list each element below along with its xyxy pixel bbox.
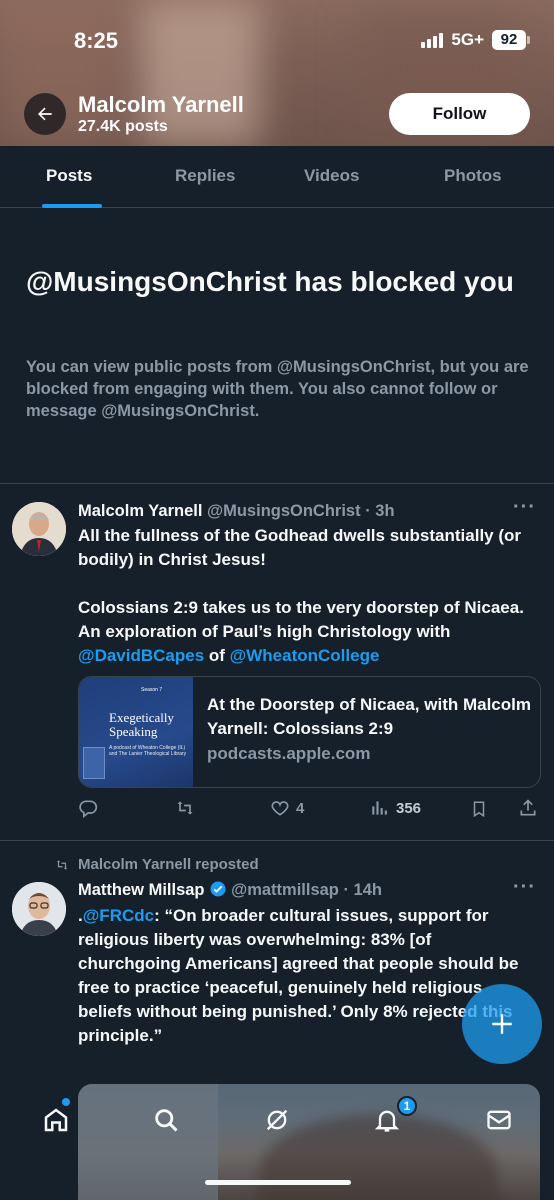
thumb-subtitle: A podcast of Wheaton College (IL) and Th… (109, 745, 187, 757)
author-handle-time: @MusingsOnChrist · 3h (207, 502, 395, 520)
avatar-photo (12, 882, 66, 936)
follow-button[interactable]: Follow (389, 93, 530, 135)
profile-name: Malcolm Yarnell (78, 92, 244, 117)
podcast-thumbnail: Season 7 Exegetically Speaking A podcast… (79, 677, 193, 787)
thumb-book (83, 747, 105, 779)
view-count: 356 (396, 799, 422, 817)
repost-indicator: Malcolm Yarnell reposted (54, 856, 259, 873)
blocked-description: You can view public posts from @MusingsO… (26, 358, 529, 420)
tweet-header: Matthew Millsap @mattmillsap · 14h (78, 880, 382, 900)
tab-replies[interactable]: Replies (175, 166, 235, 186)
tweet-header: Malcolm Yarnell @MusingsOnChrist · 3h (78, 502, 395, 521)
heart-icon (271, 801, 289, 816)
tweet-text-part: : “On broader cultural issues, support f… (78, 906, 519, 1045)
nav-search[interactable] (148, 1102, 184, 1138)
tab-videos[interactable]: Videos (304, 166, 359, 186)
like-button[interactable]: 4 (270, 798, 304, 818)
bell-icon (374, 1110, 400, 1132)
network-type: 5G+ (451, 30, 484, 49)
tweet-text-part: of (204, 646, 230, 665)
verified-badge-icon (210, 881, 226, 897)
battery-level: 92 (492, 30, 526, 50)
divider (0, 483, 554, 484)
avatar[interactable] (12, 502, 66, 556)
thumb-season: Season 7 (141, 687, 163, 693)
like-count: 4 (296, 799, 305, 817)
tab-posts[interactable]: Posts (46, 166, 92, 186)
card-domain: podcasts.apple.com (207, 744, 371, 763)
tweet-actions: 4 356 (78, 798, 540, 824)
bookmark-button[interactable] (470, 798, 488, 820)
link-card[interactable]: Season 7 Exegetically Speaking A podcast… (78, 676, 541, 788)
share-button[interactable] (518, 798, 538, 818)
author-handle-time: @mattmillsap · 14h (231, 881, 382, 899)
blocked-title: @MusingsOnChrist has blocked you (26, 266, 514, 297)
profile-tabs: Posts Replies Videos Photos (0, 146, 554, 208)
repost-label: Malcolm Yarnell reposted (78, 856, 259, 873)
search-icon (155, 1109, 178, 1132)
home-indicator[interactable] (205, 1180, 351, 1185)
home-icon (44, 1108, 68, 1132)
mention-link[interactable]: @WheatonCollege (230, 646, 380, 665)
nav-home[interactable] (38, 1102, 74, 1138)
status-time: 8:25 (74, 28, 119, 53)
views-button[interactable]: 356 (370, 798, 421, 818)
status-indicators: 5G+ 92 (421, 30, 530, 50)
bookmark-icon (473, 801, 485, 818)
signal-icon (421, 32, 444, 48)
tweet-text-line1: All the fullness of the Godhead dwells s… (78, 526, 522, 569)
mention-link[interactable]: @FRCdc (83, 906, 154, 925)
active-tab-indicator (42, 204, 102, 208)
notification-badge: 1 (397, 1096, 417, 1116)
tab-photos[interactable]: Photos (444, 166, 502, 186)
plus-icon (492, 1014, 512, 1034)
tweet-text-paragraph: Colossians 2:9 takes us to the very door… (78, 596, 538, 668)
tweet-text: All the fullness of the Godhead dwells s… (78, 524, 538, 572)
repost-button[interactable] (174, 798, 196, 818)
more-options-icon[interactable]: ··· (513, 876, 536, 899)
grok-icon (266, 1109, 288, 1131)
share-icon (520, 799, 536, 816)
home-unread-dot (62, 1098, 70, 1106)
author-name[interactable]: Matthew Millsap (78, 881, 205, 899)
divider (0, 840, 554, 841)
views-icon (372, 801, 387, 815)
reply-button[interactable] (78, 798, 98, 818)
more-options-icon[interactable]: ··· (513, 496, 536, 519)
repost-icon (56, 859, 68, 870)
avatar-photo (12, 502, 66, 556)
tweet-text-part: Colossians 2:9 takes us to the very door… (78, 598, 524, 641)
mail-icon (487, 1110, 511, 1130)
avatar[interactable] (12, 882, 66, 936)
profile-posts-count: 27.4K posts (78, 118, 168, 135)
thumb-title: Exegetically Speaking (109, 710, 174, 739)
reply-icon (79, 800, 98, 818)
author-name[interactable]: Malcolm Yarnell (78, 502, 202, 520)
compose-button[interactable] (462, 984, 542, 1064)
nav-grok[interactable] (259, 1102, 295, 1138)
nav-messages[interactable] (481, 1102, 517, 1138)
repost-icon (177, 801, 193, 815)
arrow-left-icon (38, 107, 52, 121)
mention-link[interactable]: @DavidBCapes (78, 646, 204, 665)
back-button[interactable] (24, 93, 66, 135)
card-title: At the Doorstep of Nicaea, with Malcolm … (207, 695, 531, 738)
battery-icon: 92 (492, 30, 530, 50)
